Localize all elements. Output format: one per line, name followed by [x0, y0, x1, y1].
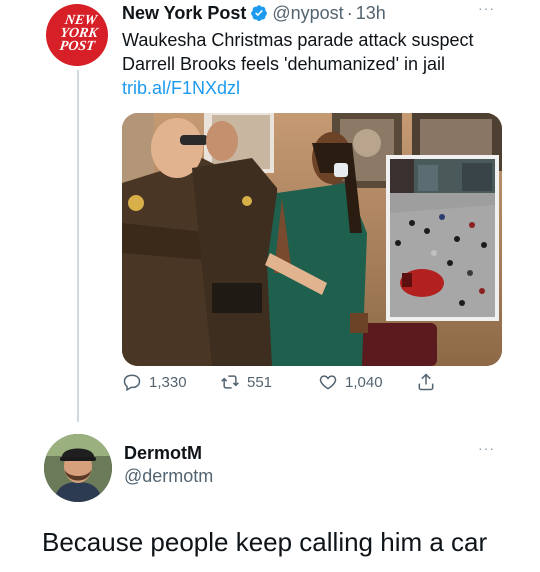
reply-count: 1,330 [149, 373, 187, 391]
separator-dot: · [346, 2, 353, 23]
tweet-text: Waukesha Christmas parade attack suspect… [122, 28, 512, 100]
thread-line [77, 70, 79, 422]
tweet-time[interactable]: 13h [356, 3, 386, 24]
verified-icon [251, 5, 268, 22]
dermotm-avatar[interactable] [44, 434, 112, 502]
more-options-icon[interactable]: ··· [478, 0, 504, 16]
tweet-actions: 1,330 551 1,040 [122, 372, 462, 398]
reply-more-options-icon[interactable]: ··· [478, 440, 504, 456]
reply-author-name[interactable]: DermotM [124, 443, 202, 464]
share-icon [418, 373, 434, 391]
nypost-avatar[interactable]: NEW YORK POST [46, 4, 108, 66]
author-name[interactable]: New York Post [122, 3, 246, 24]
tweet-body: Waukesha Christmas parade attack suspect… [122, 30, 474, 74]
reply-author-handle[interactable]: @dermotm [124, 466, 213, 487]
heart-icon [319, 375, 337, 390]
reply-text: Because people keep calling him a car [42, 527, 488, 557]
share-action[interactable] [416, 372, 443, 392]
tweet-header: New York Post @nypost · 13h [122, 2, 386, 24]
author-handle[interactable]: @nypost [272, 3, 343, 24]
like-count: 1,040 [345, 373, 383, 391]
reply-action[interactable]: 1,330 [122, 372, 187, 392]
retweet-icon [221, 375, 239, 389]
retweet-count: 551 [247, 373, 273, 391]
tweet-link[interactable]: trib.al/F1NXdzl [122, 78, 240, 98]
avatar-photo [44, 434, 112, 502]
like-action[interactable]: 1,040 [318, 372, 383, 392]
tweet-media[interactable] [122, 113, 502, 366]
reply-icon [123, 374, 141, 392]
retweet-action[interactable]: 551 [220, 372, 272, 392]
nypost-logo: NEW YORK POST [58, 13, 99, 54]
courtroom-photo [122, 113, 502, 366]
tweet[interactable]: NEW YORK POST New York Post @nypost · 13… [0, 0, 540, 430]
